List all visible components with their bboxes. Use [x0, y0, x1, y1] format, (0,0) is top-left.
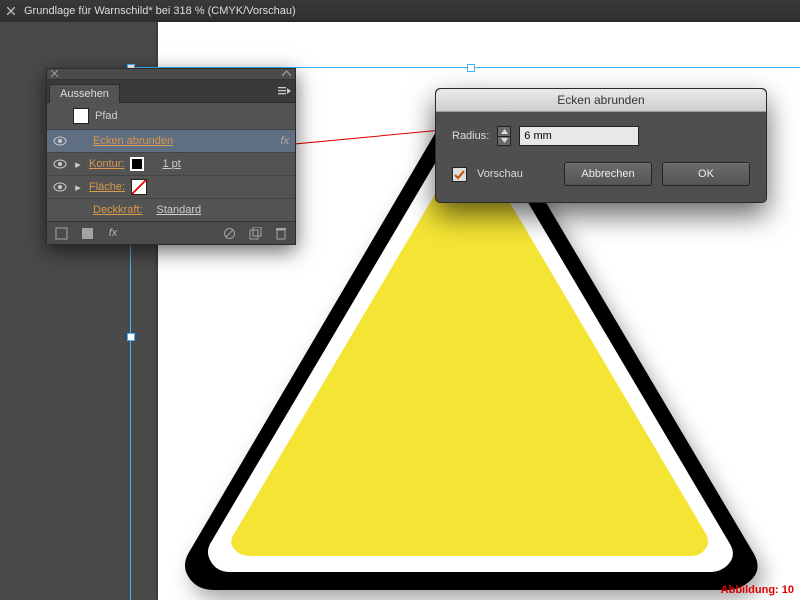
document-tab-title[interactable]: Grundlage für Warnschild* bei 318 % (CMY… [24, 5, 296, 17]
appearance-effect-row[interactable]: Ecken abrunden fx [47, 129, 295, 152]
target-type-label: Pfad [95, 110, 118, 122]
appearance-target-row[interactable]: Pfad [47, 103, 295, 129]
fill-swatch-none[interactable] [131, 179, 147, 195]
preview-checkbox[interactable] [452, 167, 467, 182]
disclosure-triangle-icon[interactable]: ▸ [73, 181, 83, 194]
delete-item-icon[interactable] [273, 225, 289, 241]
duplicate-item-icon[interactable] [247, 225, 263, 241]
appearance-opacity-row[interactable]: Deckkraft: Standard [47, 198, 295, 221]
panel-close-icon[interactable] [51, 68, 58, 80]
panel-menu-icon[interactable] [277, 84, 291, 98]
appearance-stroke-row[interactable]: ▸ Kontur: 1 pt [47, 152, 295, 175]
close-document-icon[interactable] [6, 6, 16, 16]
ok-button[interactable]: OK [662, 162, 750, 186]
stroke-label[interactable]: Kontur: [89, 158, 124, 170]
stroke-swatch[interactable] [130, 157, 144, 171]
target-thumbnail [73, 108, 89, 124]
figure-caption: Abbildung: 10 [721, 584, 794, 596]
fill-label[interactable]: Fläche: [89, 181, 125, 193]
effect-name-label[interactable]: Ecken abrunden [93, 135, 173, 147]
new-fill-icon[interactable] [79, 225, 95, 241]
add-effect-button[interactable]: fx [105, 225, 121, 241]
appearance-fill-row[interactable]: ▸ Fläche: [47, 175, 295, 198]
round-corners-dialog: Ecken abrunden Radius: Vorschau Abbreche… [435, 88, 767, 203]
appearance-rows: Pfad Ecken abrunden fx ▸ Kontur: 1 pt ▸ … [47, 103, 295, 221]
selection-handle[interactable] [127, 333, 135, 341]
disclosure-triangle-icon[interactable]: ▸ [73, 158, 83, 171]
panel-titlebar[interactable] [47, 69, 295, 80]
stroke-weight[interactable]: 1 pt [162, 158, 180, 170]
appearance-footer: fx [47, 221, 295, 244]
clear-appearance-icon[interactable] [221, 225, 237, 241]
appearance-panel: Aussehen Pfad Ecken abrunden fx [46, 68, 296, 245]
opacity-label[interactable]: Deckkraft: [93, 204, 143, 216]
fx-badge: fx [280, 135, 289, 147]
opacity-value[interactable]: Standard [157, 204, 202, 216]
visibility-toggle-icon[interactable] [53, 134, 67, 148]
dialog-title[interactable]: Ecken abrunden [436, 89, 766, 112]
radius-stepper[interactable] [497, 126, 511, 146]
preview-label[interactable]: Vorschau [477, 168, 523, 180]
panel-tab-bar: Aussehen [47, 80, 295, 103]
radius-input[interactable] [519, 126, 639, 146]
new-stroke-icon[interactable] [53, 225, 69, 241]
document-tab-bar: Grundlage für Warnschild* bei 318 % (CMY… [0, 0, 800, 23]
visibility-toggle-icon[interactable] [53, 180, 67, 194]
stepper-up-icon[interactable] [498, 127, 510, 136]
appearance-tab[interactable]: Aussehen [49, 84, 120, 103]
cancel-button[interactable]: Abbrechen [564, 162, 652, 186]
radius-label: Radius: [452, 130, 489, 142]
visibility-toggle-icon[interactable] [53, 157, 67, 171]
stepper-down-icon[interactable] [498, 136, 510, 146]
panel-collapse-icon[interactable] [282, 68, 291, 80]
